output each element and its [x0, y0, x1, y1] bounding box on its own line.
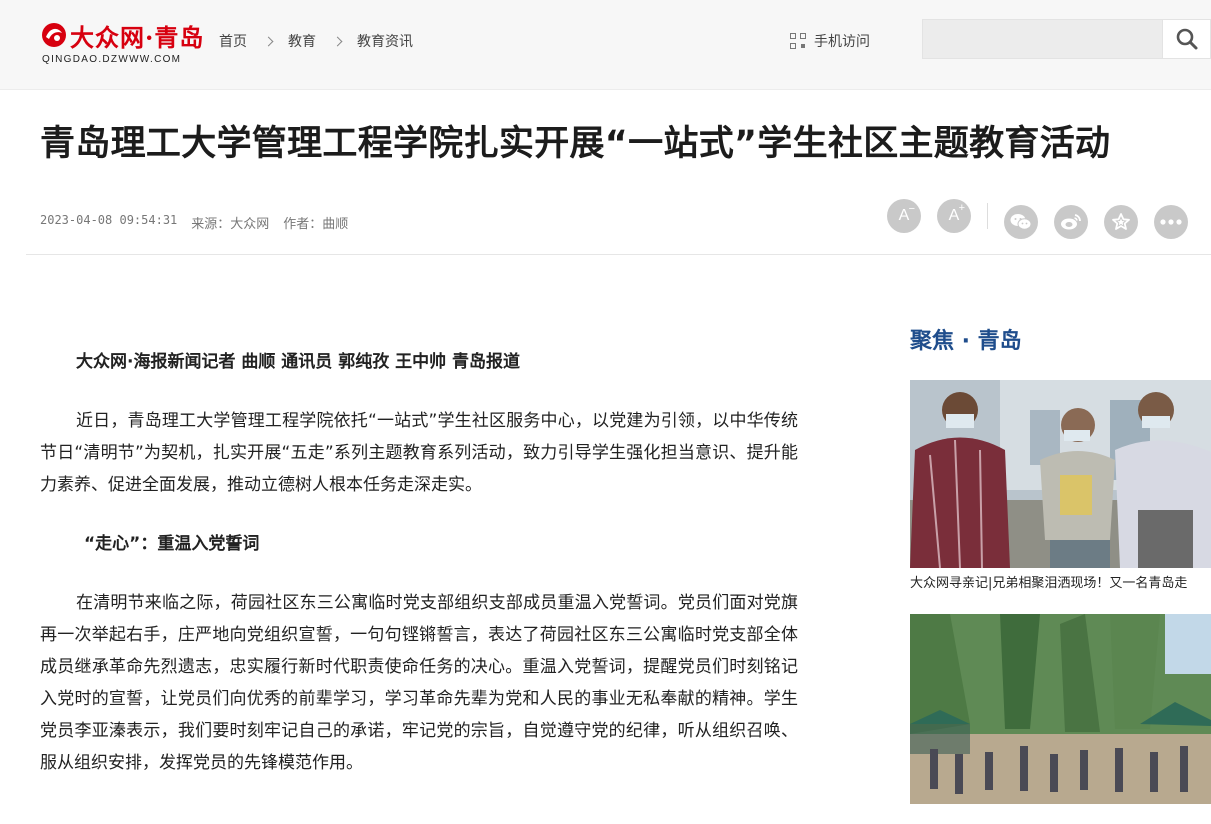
article-body: 大众网·海报新闻记者 曲顺 通讯员 郭纯孜 王中帅 青岛报道 近日，青岛理工大学… [40, 346, 798, 779]
header-divider [26, 254, 1211, 255]
logo-domain: QINGDAO.DZWWW.COM [42, 54, 182, 65]
font-decrease-button[interactable]: A − [887, 199, 921, 233]
toolbar-divider [987, 203, 988, 229]
star-icon [1112, 213, 1130, 230]
mobile-access-label: 手机访问 [814, 34, 870, 50]
article-paragraph: 在清明节来临之际，荷园社区东三公寓临时党支部组织支部成员重温入党誓词。党员们面对… [40, 593, 798, 773]
article-meta: 2023-04-08 09:54:31 来源：大众网 作者：曲顺 [40, 213, 348, 232]
search-box [922, 19, 1211, 59]
sidebar-focus: 聚焦 · 青岛 大众网寻亲记|兄弟相聚泪洒现场！又一名青岛走 [910, 326, 1211, 824]
article-subheading: “走心”：重温入党誓词 [84, 534, 260, 554]
breadcrumb-home[interactable]: 首页 [219, 31, 247, 51]
more-share-button[interactable] [1154, 205, 1188, 239]
share-wechat-button[interactable] [1004, 205, 1038, 239]
search-icon [1176, 28, 1197, 50]
sidebar-news-card[interactable]: 大众网寻亲记|兄弟相聚泪洒现场！又一名青岛走 [910, 380, 1211, 594]
search-input[interactable] [923, 20, 1162, 58]
breadcrumb-education-news[interactable]: 教育资讯 [357, 31, 413, 51]
article-author: 作者：曲顺 [283, 217, 349, 232]
publish-time: 2023-04-08 09:54:31 [40, 213, 178, 227]
news-photo[interactable] [910, 614, 1211, 804]
wechat-icon [1010, 214, 1032, 230]
article-title: 青岛理工大学管理工程学院扎实开展“一站式”学生社区主题教育活动 [40, 124, 1111, 164]
share-weibo-button[interactable] [1054, 205, 1088, 239]
site-logo[interactable]: 大众网·青岛 QINGDAO.DZWWW.COM [40, 18, 203, 68]
article-paragraph: 近日，青岛理工大学管理工程学院依托“一站式”学生社区服务中心，以党建为引领，以中… [40, 411, 798, 495]
qr-code-icon [790, 33, 806, 49]
news-photo[interactable] [910, 380, 1211, 568]
article-byline: 大众网·海报新闻记者 曲顺 通讯员 郭纯孜 王中帅 青岛报道 [76, 352, 521, 372]
logo-mark-icon [40, 21, 68, 49]
article-source: 来源：大众网 [191, 217, 270, 232]
breadcrumb-education[interactable]: 教育 [288, 31, 316, 51]
news-caption[interactable]: 大众网寻亲记|兄弟相聚泪洒现场！又一名青岛走 [910, 574, 1211, 594]
article-toolbar: A − A + [886, 197, 1196, 241]
sidebar-title: 聚焦 · 青岛 [910, 329, 1022, 354]
chevron-right-icon [332, 36, 343, 46]
breadcrumb: 首页 教育 教育资讯 [219, 31, 413, 51]
chevron-right-icon [263, 36, 274, 46]
favorite-button[interactable] [1104, 205, 1138, 239]
weibo-icon [1061, 214, 1081, 230]
mobile-access-link[interactable]: 手机访问 [790, 31, 870, 51]
font-decrease-icon: A − [898, 203, 916, 224]
font-increase-icon: A + [948, 202, 966, 224]
site-header: 大众网·青岛 QINGDAO.DZWWW.COM 首页 教育 教育资讯 手机访问 [0, 0, 1211, 90]
logo-text: 大众网·青岛 [70, 22, 205, 52]
search-button[interactable] [1162, 20, 1210, 58]
sidebar-news-card[interactable] [910, 614, 1211, 804]
font-increase-button[interactable]: A + [937, 199, 971, 233]
more-icon [1160, 219, 1182, 225]
